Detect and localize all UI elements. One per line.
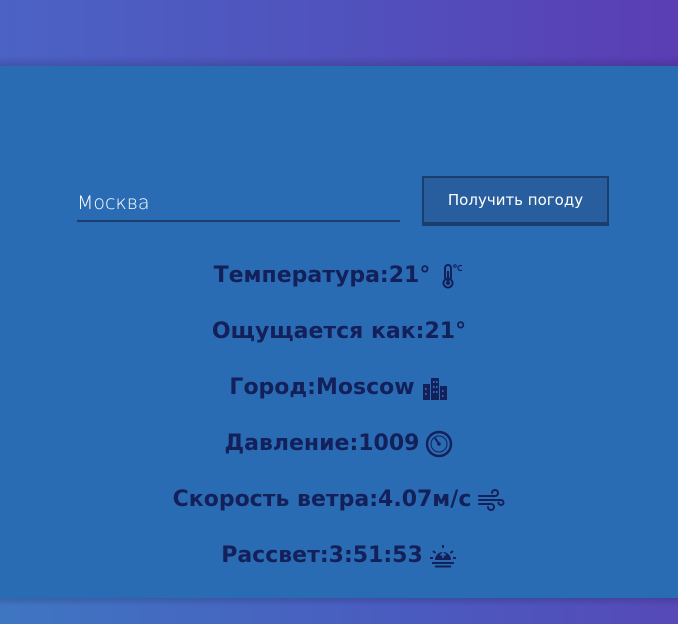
city-row: Город:Moscow — [0, 360, 678, 416]
feels-like-text: Ощущается как:21° — [211, 319, 467, 344]
wind-speed-row: Скорость ветра:4.07м/с — [0, 472, 678, 528]
sunrise-row: Рассвет:3:51:53 — [0, 528, 678, 584]
city-text: Город:Moscow — [229, 375, 415, 400]
feels-like-row: Ощущается как:21° — [0, 304, 678, 360]
city-input[interactable] — [77, 186, 400, 222]
get-weather-button[interactable]: Получить погоду — [422, 176, 609, 226]
barometer-icon — [425, 430, 453, 458]
sunrise-icon — [429, 542, 457, 570]
search-row: Получить погоду — [77, 176, 609, 226]
wind-speed-text: Скорость ветра:4.07м/с — [172, 487, 472, 512]
city-buildings-icon — [421, 374, 449, 402]
sunrise-text: Рассвет:3:51:53 — [221, 543, 423, 568]
wind-icon — [477, 486, 505, 514]
temperature-text: Температура:21° — [213, 263, 431, 288]
weather-info-list: Температура:21° Ощущается как:21° Город:… — [0, 248, 678, 584]
pressure-text: Давление:1009 — [224, 431, 420, 456]
top-header-bar — [0, 0, 678, 66]
pressure-row: Давление:1009 — [0, 416, 678, 472]
thermometer-celsius-icon — [436, 262, 464, 290]
bottom-footer-bar — [0, 598, 678, 624]
temperature-row: Температура:21° — [0, 248, 678, 304]
weather-panel: Получить погоду Температура:21° Ощущаетс… — [0, 66, 678, 598]
